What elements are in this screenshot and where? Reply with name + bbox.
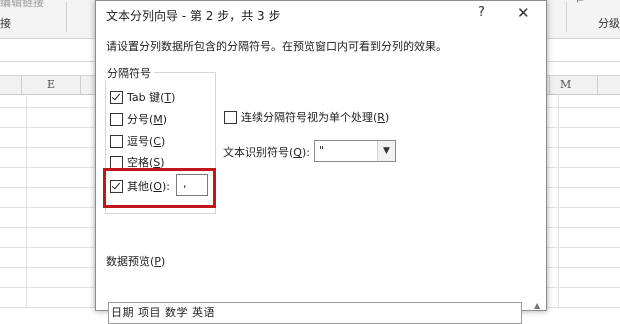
comma-checkbox-box[interactable] (110, 134, 123, 148)
chevron-down-icon[interactable]: ▼ (377, 141, 395, 161)
text-qualifier-value: " (319, 144, 325, 157)
text-qualifier-label: 文本识别符号(Q): (223, 146, 310, 159)
edit-links-button[interactable]: 编辑链接 (0, 0, 44, 10)
dialog-title: 文本分列向导 - 第 2 步，共 3 步 (106, 9, 281, 23)
text-to-columns-dialog: 文本分列向导 - 第 2 步，共 3 步 ? ✕ 请设置分列数据所包含的分隔符号… (95, 0, 547, 324)
dialog-titlebar[interactable]: 文本分列向导 - 第 2 步，共 3 步 ? ✕ (96, 1, 546, 31)
consecutive-checkbox-label: 连续分隔符号视为单个处理(R) (241, 111, 390, 124)
outline-group-label: 分级 (598, 17, 620, 30)
ribbon-group-label: 接 (0, 17, 11, 30)
other-checkbox-label: 其他(O): (127, 180, 170, 193)
column-divider (21, 76, 22, 94)
semicolon-checkbox-box[interactable] (110, 112, 123, 126)
instructions-text: 请设置分列数据所包含的分隔符号。在预览窗口内可看到分列的效果。 (106, 40, 447, 53)
semicolon-checkbox[interactable]: 分号(M) (110, 111, 167, 127)
preview-header-row: 日期 项目 数学 英语 (111, 306, 215, 319)
consecutive-delimiters-checkbox[interactable]: 连续分隔符号视为单个处理(R) (224, 109, 389, 125)
consecutive-checkbox-box[interactable] (224, 110, 237, 124)
dialog-launcher-icon[interactable]: ⌐ (576, 0, 584, 7)
space-checkbox[interactable]: 空格(S) (110, 154, 165, 170)
space-checkbox-label: 空格(S) (127, 156, 165, 169)
column-divider (549, 76, 550, 94)
tab-checkbox-label: Tab 键(T) (127, 91, 176, 104)
column-divider (80, 76, 81, 94)
semicolon-checkbox-label: 分号(M) (127, 113, 168, 126)
close-button[interactable]: ✕ (517, 4, 530, 22)
other-checkbox[interactable]: 其他(O): (110, 178, 170, 194)
column-header-e[interactable]: E (47, 78, 55, 91)
text-qualifier-select[interactable]: " ▼ (314, 140, 396, 162)
data-preview-pane[interactable]: 日期 项目 数学 英语 (108, 302, 522, 324)
other-delimiter-input[interactable]: , (176, 174, 208, 196)
ribbon-separator (566, 2, 567, 32)
column-divider (597, 76, 598, 94)
tab-checkbox[interactable]: Tab 键(T) (110, 89, 175, 105)
tab-checkbox-box[interactable] (110, 90, 123, 104)
other-checkbox-box[interactable] (110, 179, 123, 193)
column-header-m[interactable]: M (560, 78, 571, 91)
comma-checkbox-label: 逗号(C) (127, 135, 166, 148)
help-button[interactable]: ? (478, 5, 485, 20)
ribbon-separator (66, 2, 67, 32)
delimiters-legend: 分隔符号 (104, 65, 154, 81)
comma-checkbox[interactable]: 逗号(C) (110, 133, 165, 149)
space-checkbox-box[interactable] (110, 155, 123, 169)
data-preview-label: 数据预览(P) (106, 255, 166, 268)
